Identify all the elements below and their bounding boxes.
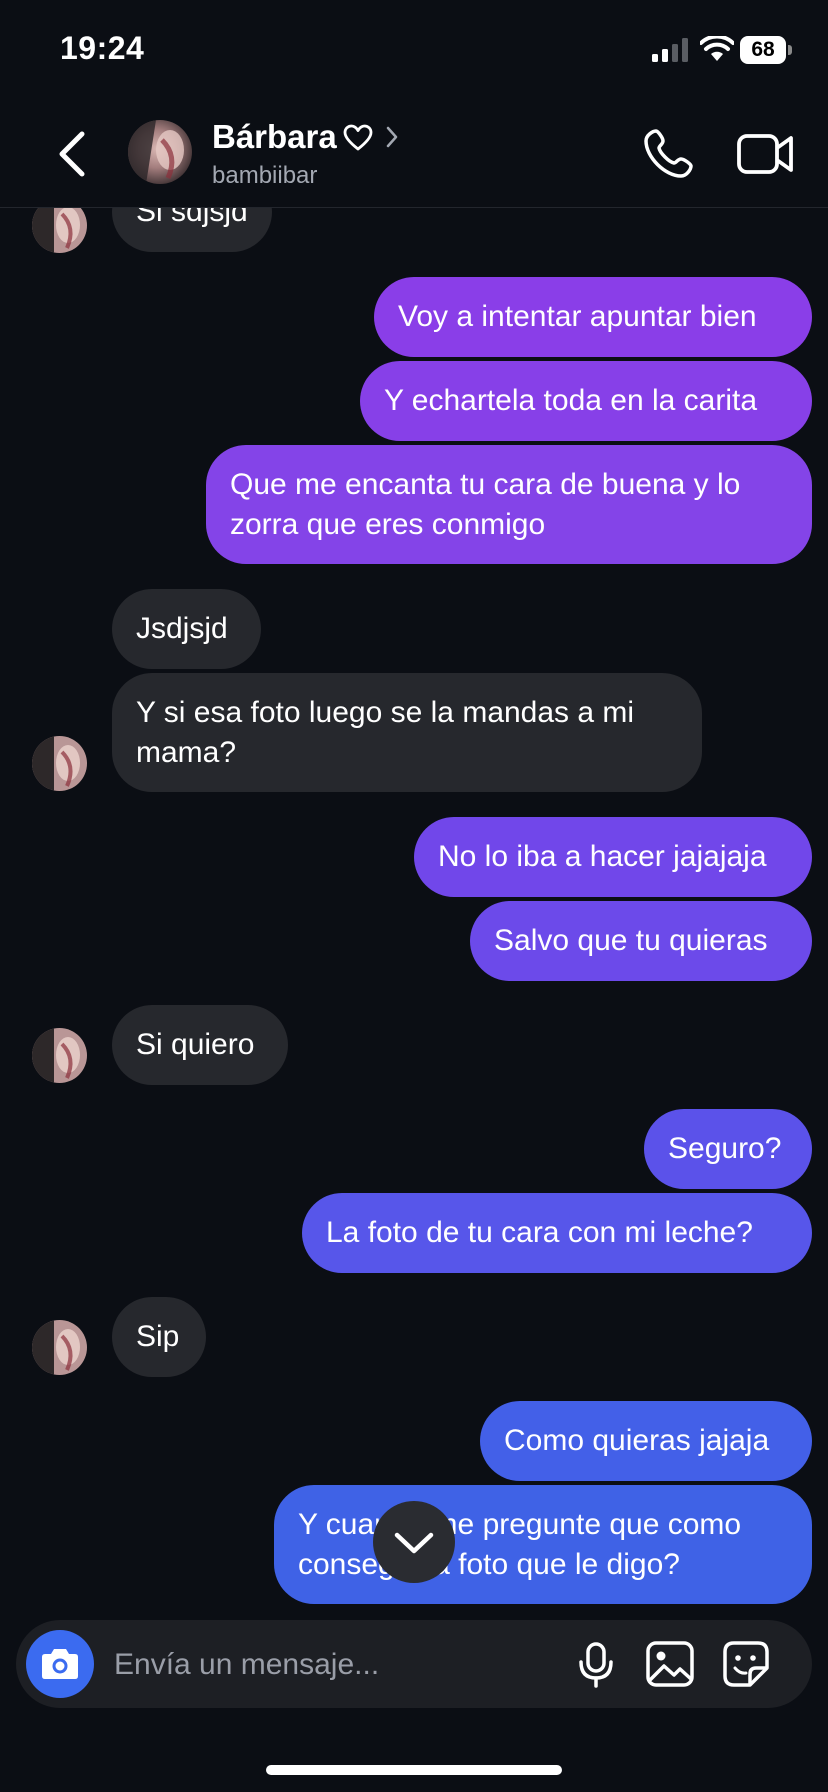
chevron-right-icon[interactable]: [382, 122, 402, 152]
home-indicator: [266, 1765, 562, 1775]
message-composer: [16, 1620, 812, 1710]
scroll-to-bottom-button[interactable]: [373, 1501, 455, 1583]
outgoing-message[interactable]: Y cuando me pregunte que como consegui l…: [274, 1485, 812, 1604]
contact-username: bambiibar: [212, 162, 318, 189]
back-arrow-icon[interactable]: [46, 126, 98, 182]
incoming-message[interactable]: Jsdjsjd: [112, 589, 261, 669]
incoming-message[interactable]: Si quiero: [112, 1005, 288, 1085]
contact-avatar-small[interactable]: [32, 736, 87, 791]
outgoing-message[interactable]: La foto de tu cara con mi leche?: [302, 1193, 812, 1273]
chevron-down-icon: [394, 1532, 434, 1554]
contact-avatar-small[interactable]: [32, 1320, 87, 1375]
microphone-icon[interactable]: [572, 1640, 620, 1688]
phone-icon[interactable]: [640, 126, 696, 182]
camera-icon: [42, 1649, 78, 1679]
gallery-icon[interactable]: [644, 1638, 696, 1690]
incoming-message[interactable]: Sip: [112, 1297, 206, 1377]
video-camera-icon[interactable]: [736, 128, 796, 180]
contact-avatar[interactable]: [128, 120, 192, 184]
chat-header: Bárbara bambiibar: [0, 100, 828, 208]
outgoing-message[interactable]: Voy a intentar apuntar bien: [374, 277, 812, 357]
message-thread[interactable]: Si sdjsjd Voy a intentar apuntar bien Y …: [0, 0, 828, 1620]
outgoing-message[interactable]: Seguro?: [644, 1109, 812, 1189]
camera-button[interactable]: [26, 1630, 94, 1698]
heart-icon: [343, 124, 373, 151]
outgoing-message[interactable]: Y echartela toda en la carita: [360, 361, 812, 441]
outgoing-message[interactable]: Que me encanta tu cara de buena y lo zor…: [206, 445, 812, 564]
outgoing-message[interactable]: Salvo que tu quieras: [470, 901, 812, 981]
message-input[interactable]: [112, 1620, 566, 1710]
contact-name[interactable]: Bárbara: [212, 118, 337, 156]
contact-avatar-small[interactable]: [32, 1028, 87, 1083]
outgoing-message[interactable]: Como quieras jajaja: [480, 1401, 812, 1481]
outgoing-message[interactable]: No lo iba a hacer jajajaja: [414, 817, 812, 897]
sticker-icon[interactable]: [720, 1638, 772, 1690]
incoming-message[interactable]: Y si esa foto luego se la mandas a mi ma…: [112, 673, 702, 792]
